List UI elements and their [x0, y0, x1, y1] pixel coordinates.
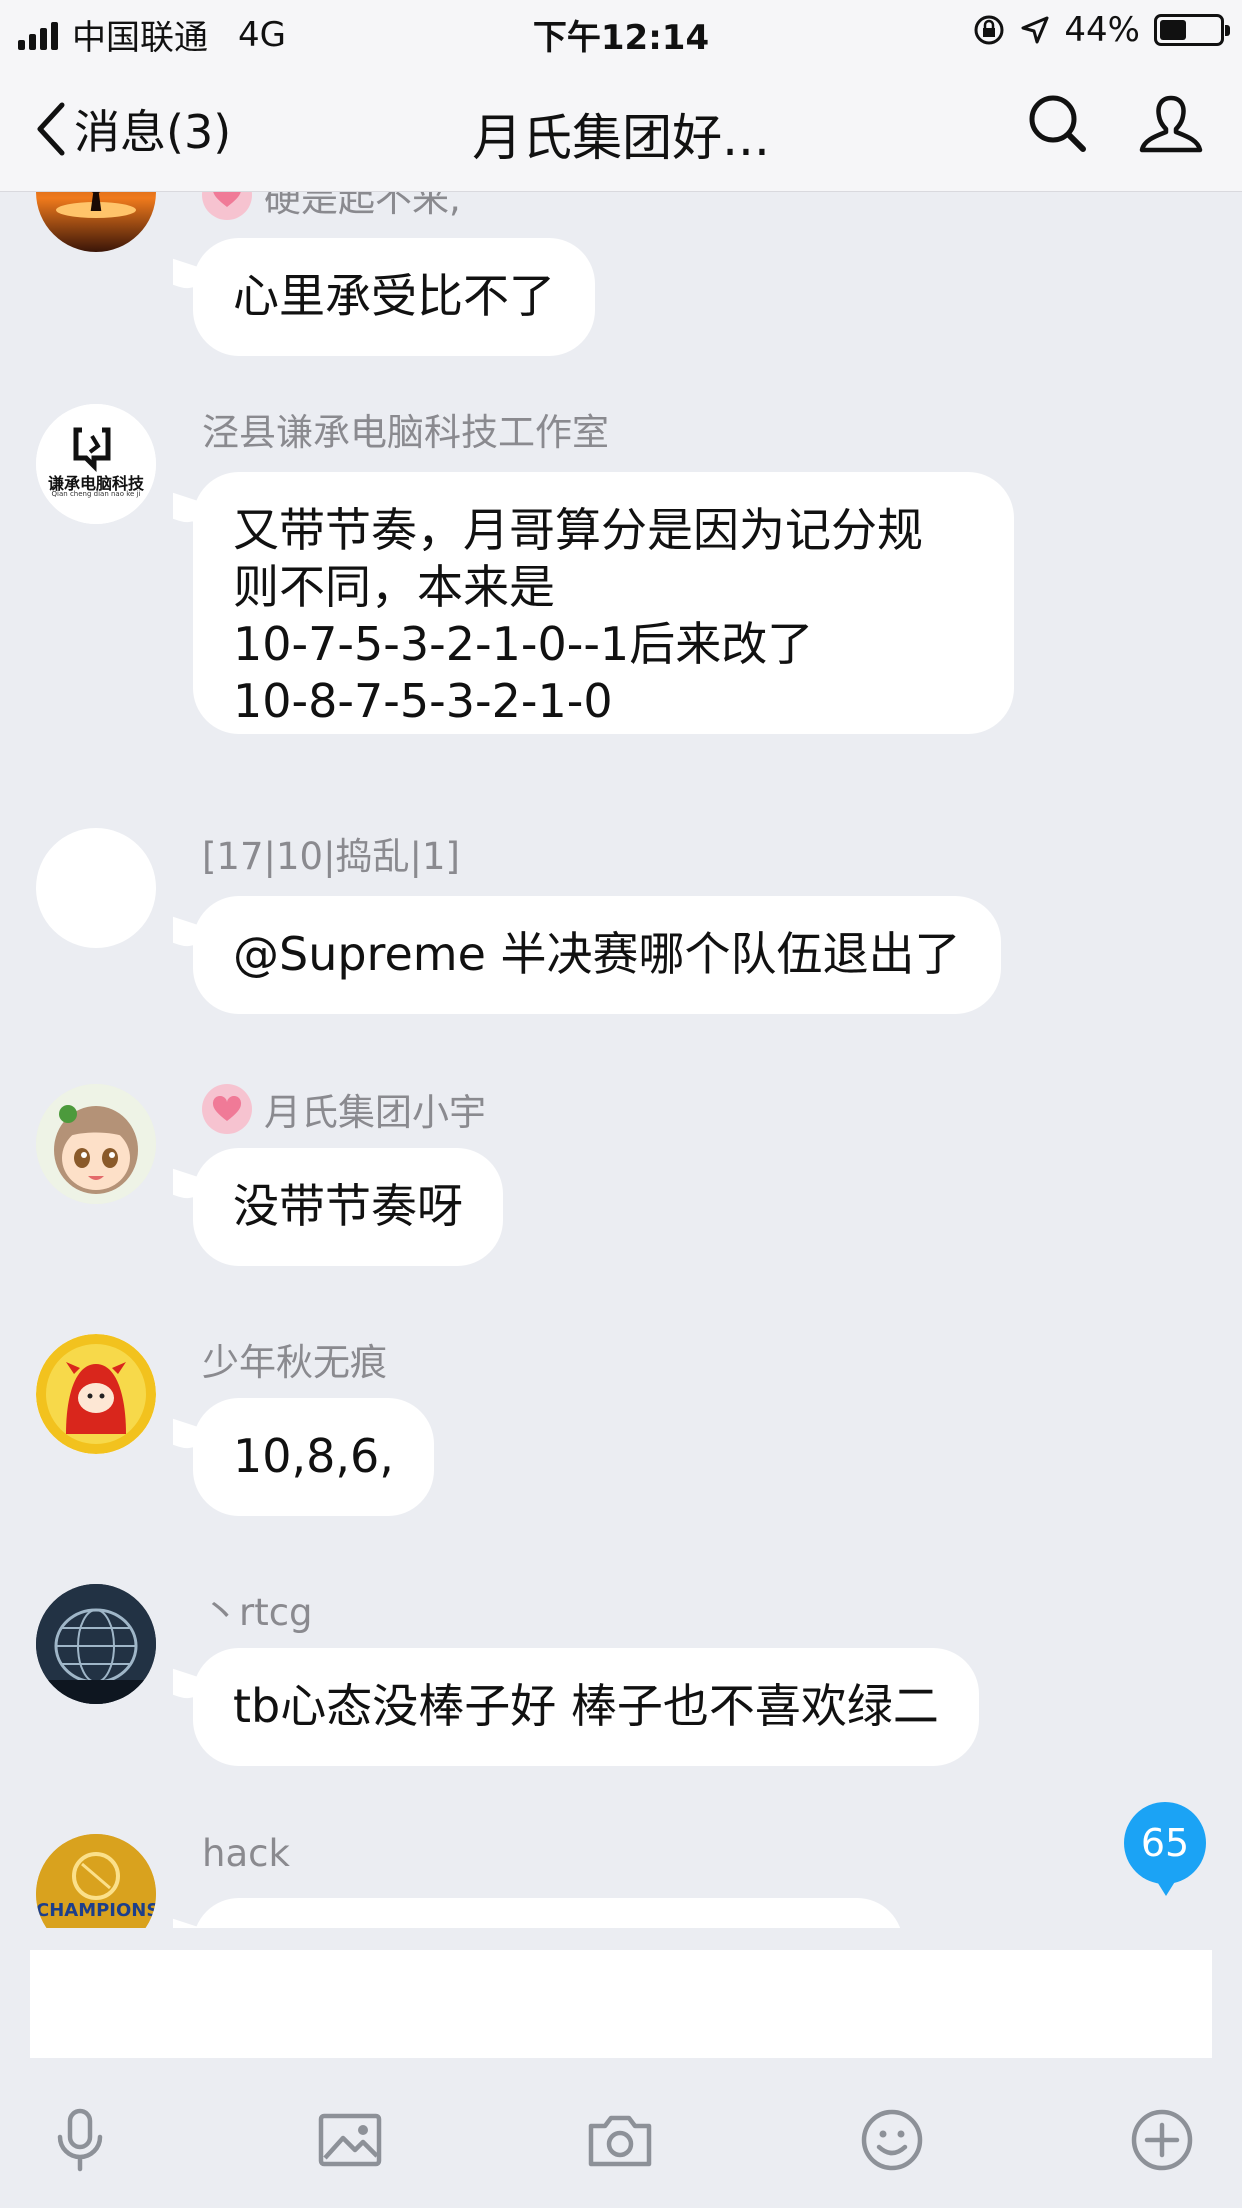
- sender-name: 丶rtcg: [202, 1591, 313, 1634]
- sunset-avatar[interactable]: [36, 192, 156, 252]
- sender-name: 少年秋无痕: [202, 1341, 387, 1384]
- message-text-line: 10-7-5-3-2-1-0--1后来改了: [233, 617, 814, 671]
- battery-icon: [1154, 14, 1230, 46]
- image-button[interactable]: [308, 2098, 392, 2182]
- logo-subtitle: Qian cheng dian nao ke ji: [51, 490, 141, 498]
- blank-avatar[interactable]: [36, 828, 156, 948]
- message-input[interactable]: [30, 1950, 1212, 2058]
- message-text: tb心态没棒子好 棒子也不喜欢绿二: [233, 1679, 939, 1733]
- logo-avatar[interactable]: 谦承电脑科技 Qian cheng dian nao ke ji: [36, 404, 156, 524]
- message-bubble[interactable]: 又带节奏，月哥算分是因为记分规 则不同，本来是 10-7-5-3-2-1-0--…: [193, 472, 1014, 734]
- emoji-button[interactable]: [850, 2098, 934, 2182]
- message-text: @Supreme 半决赛哪个队伍退出了: [233, 927, 961, 981]
- sender-name: 硬是起不来,: [202, 192, 461, 222]
- globe-avatar[interactable]: [36, 1584, 156, 1704]
- cartoon-avatar[interactable]: [36, 1334, 156, 1454]
- message-bubble[interactable]: [193, 1898, 903, 1928]
- message-text-line: 10-8-7-5-3-2-1-0: [233, 674, 613, 728]
- message-bubble[interactable]: @Supreme 半决赛哪个队伍退出了: [193, 896, 1001, 1014]
- rotation-lock-icon: [974, 15, 1004, 45]
- message-text: 心里承受比不了: [233, 269, 555, 323]
- input-bar: [0, 1928, 1242, 2208]
- battery-fill: [1160, 20, 1186, 40]
- search-button[interactable]: [1026, 92, 1088, 158]
- message-bubble[interactable]: 心里承受比不了: [193, 238, 595, 356]
- camera-icon: [588, 2115, 652, 2167]
- unread-badge[interactable]: 65: [1124, 1802, 1206, 1896]
- sender-name: hack: [202, 1832, 290, 1875]
- chat-area[interactable]: 硬是起不来, 心里承受比不了 谦承电脑科技 Qian cheng dian na…: [0, 192, 1242, 1928]
- heart-icon: [202, 1084, 252, 1134]
- emoji-icon: [861, 2109, 923, 2171]
- battery-percent: 44%: [1064, 10, 1140, 50]
- message-bubble[interactable]: tb心态没棒子好 棒子也不喜欢绿二: [193, 1648, 979, 1766]
- location-icon: [1021, 16, 1049, 44]
- champions-avatar[interactable]: CHAMPIONS: [36, 1834, 156, 1928]
- message-text-line: 则不同，本来是: [233, 560, 555, 614]
- heart-icon: [202, 192, 252, 220]
- status-right: 44%: [972, 10, 1230, 50]
- sender-name: [17|10|捣乱|1]: [202, 835, 460, 878]
- anime-avatar[interactable]: [36, 1084, 156, 1204]
- message-bubble[interactable]: 没带节奏呀: [193, 1148, 503, 1266]
- status-bar: 中国联通 4G 下午12:14 44%: [0, 0, 1242, 62]
- camera-button[interactable]: [578, 2098, 662, 2182]
- person-icon: [1139, 95, 1203, 153]
- champions-text: CHAMPIONS: [36, 1900, 156, 1921]
- voice-button[interactable]: [38, 2098, 122, 2182]
- sender-name: 月氏集团小宇: [202, 1082, 486, 1136]
- message-text: 10,8,6,: [233, 1429, 394, 1483]
- image-icon: [318, 2113, 382, 2167]
- message-bubble[interactable]: 10,8,6,: [193, 1398, 434, 1516]
- more-button[interactable]: [1120, 2098, 1204, 2182]
- group-members-button[interactable]: [1138, 92, 1204, 158]
- microphone-icon: [57, 2108, 103, 2172]
- search-icon: [1029, 95, 1086, 152]
- message-text-line: 又带节奏，月哥算分是因为记分规: [233, 503, 923, 557]
- sender-name: 泾县谦承电脑科技工作室: [202, 411, 609, 454]
- plus-icon: [1131, 2109, 1193, 2171]
- nav-bar: 消息(3) 月氏集团好...: [0, 62, 1242, 192]
- message-text: 没带节奏呀: [233, 1179, 463, 1233]
